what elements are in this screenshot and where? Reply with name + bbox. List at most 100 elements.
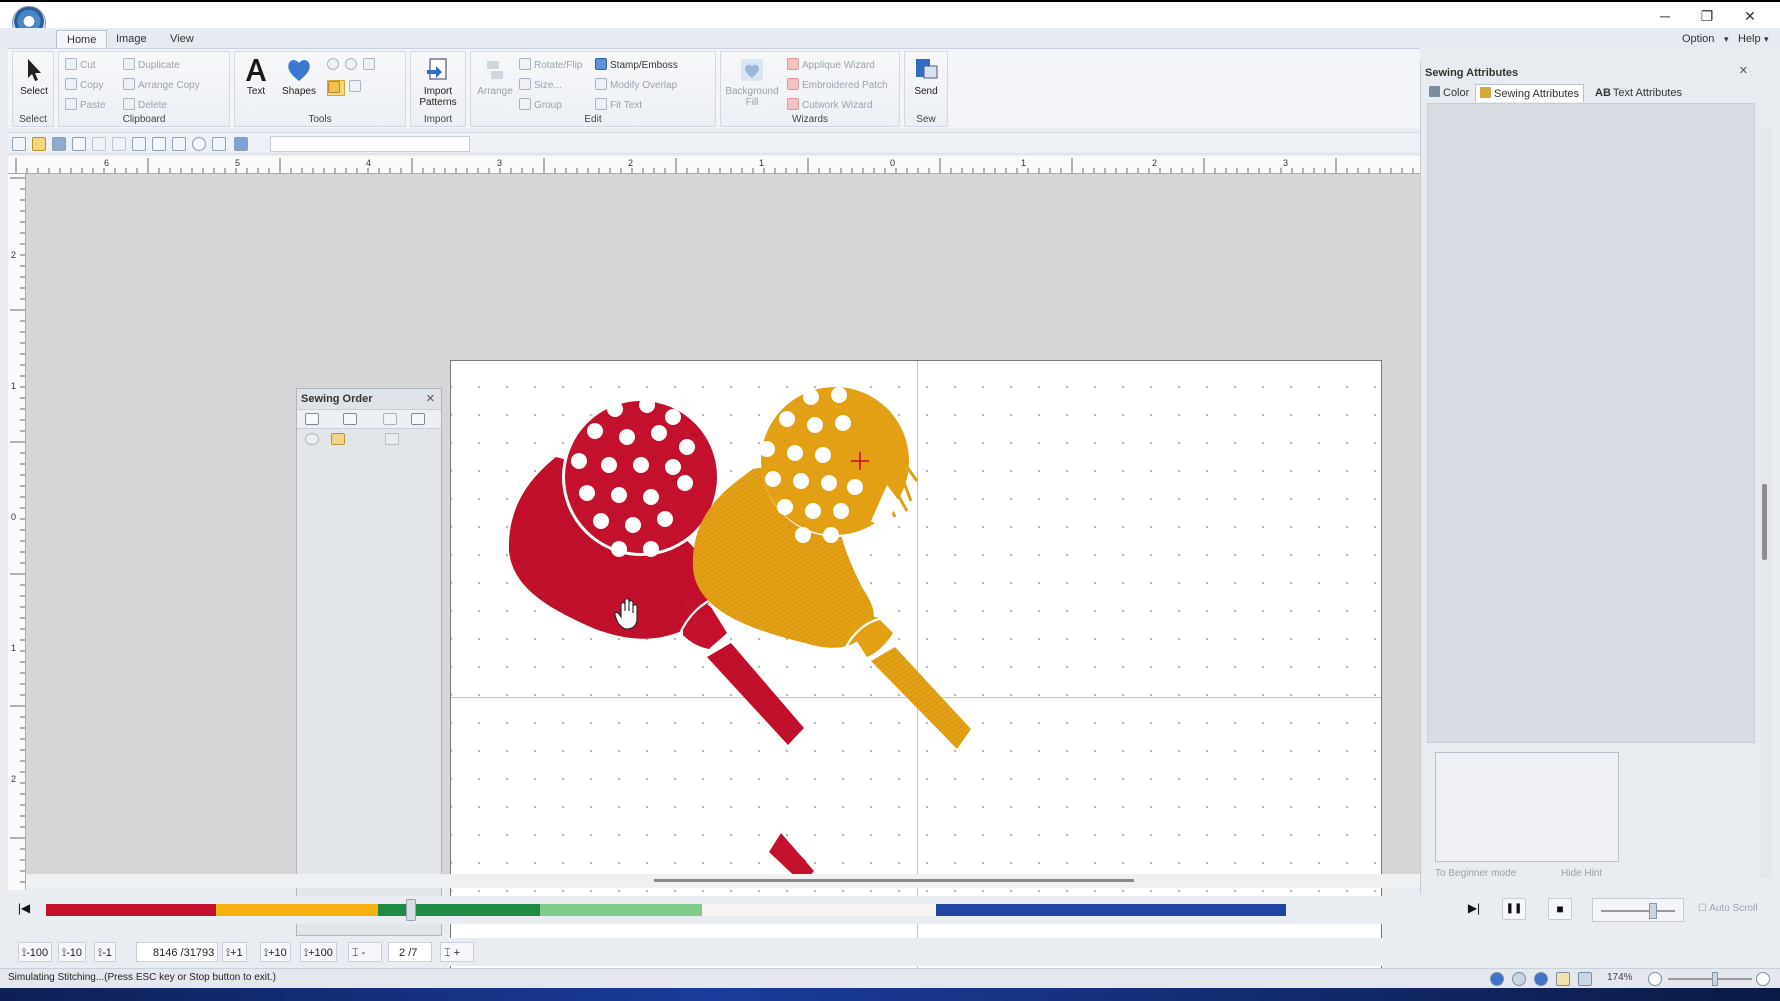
select-button[interactable]: Select xyxy=(17,56,51,97)
frame-icon[interactable] xyxy=(411,413,425,425)
import-patterns-button[interactable]: Import Patterns xyxy=(413,56,463,108)
pan-hand-button[interactable] xyxy=(327,80,345,96)
background-fill-button[interactable]: Background Fill xyxy=(723,56,781,108)
merge-icon[interactable] xyxy=(383,413,397,425)
lock-icon[interactable] xyxy=(331,433,345,445)
pause-button[interactable]: ❚❚ xyxy=(1502,898,1526,920)
vertical-scrollbar-thumb[interactable] xyxy=(1762,484,1767,560)
ruler-label: 4 xyxy=(366,158,371,168)
page-icon[interactable] xyxy=(152,137,166,151)
horizontal-scrollbar-thumb[interactable] xyxy=(654,879,1134,882)
step-forward-10-button[interactable]: ⟟+10 xyxy=(260,942,291,962)
copy-button[interactable]: Copy xyxy=(65,78,103,94)
save-icon[interactable] xyxy=(52,137,66,151)
design-workspace[interactable]: Sewing Order ✕ xyxy=(26,174,1420,1001)
delete-label: Delete xyxy=(138,100,167,111)
tab-color[interactable]: Color xyxy=(1425,84,1473,102)
rotate-flip-button[interactable]: Rotate/Flip xyxy=(519,58,582,74)
stitch-counter[interactable]: 8146 /31793 xyxy=(136,942,218,962)
redo-icon[interactable] xyxy=(112,137,126,151)
zoom-out-icon[interactable] xyxy=(1648,972,1662,986)
duplicate-button[interactable]: Duplicate xyxy=(123,58,180,74)
tab-home[interactable]: Home xyxy=(56,30,108,48)
size-button[interactable]: Size... xyxy=(519,78,562,94)
sewing-order-panel[interactable]: Sewing Order ✕ xyxy=(296,388,442,936)
zoom-icon[interactable] xyxy=(72,137,86,151)
vertical-scrollbar[interactable] xyxy=(1758,128,1772,878)
sim-view-icon[interactable] xyxy=(1490,972,1504,986)
auto-scroll-checkbox[interactable]: ☐ Auto Scroll xyxy=(1698,903,1758,914)
hide-hint-button[interactable]: Hide Hint xyxy=(1561,868,1602,879)
close-icon[interactable]: ✕ xyxy=(426,389,435,409)
eye-icon[interactable] xyxy=(305,433,319,445)
zoom-fit-button[interactable] xyxy=(363,58,378,74)
embroidered-patch-button[interactable]: Embroidered Patch xyxy=(787,78,888,94)
first-stitch-button[interactable]: |◀ xyxy=(12,898,36,920)
horizontal-scrollbar[interactable] xyxy=(26,874,1420,888)
group-wizards-label: Wizards xyxy=(791,114,829,125)
step-back-10-button[interactable]: ⟟-10 xyxy=(58,942,86,962)
realistic-view-icon[interactable] xyxy=(1512,972,1526,986)
tool-icon[interactable] xyxy=(212,137,226,151)
step-back-100-button[interactable]: ⟟-100 xyxy=(18,942,53,962)
group-objects-button[interactable]: Group xyxy=(519,98,562,114)
modify-overlap-button[interactable]: Modify Overlap xyxy=(595,78,677,94)
next-color-button[interactable]: ⌶ + xyxy=(440,942,474,962)
new-file-icon[interactable] xyxy=(12,137,26,151)
layers-icon[interactable] xyxy=(172,137,186,151)
step-forward-1-button[interactable]: ⟟+1 xyxy=(222,942,247,962)
stop-button[interactable]: ■ xyxy=(1548,898,1572,920)
tab-text-attributes[interactable]: AB Text Attributes xyxy=(1591,84,1686,102)
undo-icon[interactable] xyxy=(92,137,106,151)
menu-help[interactable]: Help xyxy=(1738,30,1761,48)
view-mode-icon[interactable] xyxy=(305,413,319,425)
fit-text-button[interactable]: Fit Text xyxy=(595,98,642,114)
tab-view[interactable]: View xyxy=(160,30,204,48)
applique-wizard-button[interactable]: Applique Wizard xyxy=(787,58,875,74)
speed-slider[interactable] xyxy=(1592,898,1684,922)
zoom-slider-thumb[interactable] xyxy=(1712,972,1718,986)
zoom-in-button[interactable] xyxy=(327,58,342,74)
arrange-button[interactable]: Arrange xyxy=(475,56,515,97)
beginner-mode-button[interactable]: To Beginner mode xyxy=(1435,868,1516,879)
step-forward-100-button[interactable]: ⟟+100 xyxy=(300,942,337,962)
open-folder-icon[interactable] xyxy=(32,137,46,151)
page-view-icon[interactable] xyxy=(1578,972,1592,986)
grid-icon[interactable] xyxy=(1556,972,1570,986)
prev-color-button[interactable]: ⌶ - xyxy=(348,942,382,962)
copy-label: Copy xyxy=(80,80,104,91)
cut-button[interactable]: Cut xyxy=(65,58,96,74)
color-counter[interactable]: 2 /7 xyxy=(388,942,432,962)
cutwork-wizard-button[interactable]: Cutwork Wizard xyxy=(787,98,873,114)
delete-button[interactable]: Delete xyxy=(123,98,167,114)
tab-sewing-attributes[interactable]: Sewing Attributes xyxy=(1475,84,1584,102)
zoom-out-button[interactable] xyxy=(345,58,360,74)
thread-color-progress-bar[interactable] xyxy=(46,904,1452,916)
stitch-view-icon[interactable] xyxy=(1534,972,1548,986)
close-window-button[interactable]: ✕ xyxy=(1735,6,1765,26)
zoom-in-icon[interactable] xyxy=(1756,972,1770,986)
sort-icon[interactable] xyxy=(343,413,357,425)
last-stitch-button[interactable]: ▶| xyxy=(1462,898,1486,920)
step-back-1-button[interactable]: ⟟-1 xyxy=(94,942,116,962)
measure-button[interactable] xyxy=(349,80,364,96)
minimize-button[interactable]: ─ xyxy=(1650,6,1680,26)
arrange-copy-button[interactable]: Arrange Copy xyxy=(123,78,200,94)
progress-slider-handle[interactable] xyxy=(406,899,416,921)
send-button[interactable]: Send xyxy=(907,56,945,97)
help-icon[interactable] xyxy=(192,137,206,151)
stamp-emboss-button[interactable]: Stamp/Emboss xyxy=(595,58,678,74)
settings-icon[interactable] xyxy=(234,137,248,151)
menu-option[interactable]: Option xyxy=(1682,30,1714,48)
speed-slider-thumb[interactable] xyxy=(1649,903,1657,919)
shapes-button[interactable]: Shapes xyxy=(279,56,319,97)
text-button[interactable]: Text xyxy=(239,56,273,97)
restore-button[interactable]: ❐ xyxy=(1692,6,1722,26)
view-icon[interactable] xyxy=(132,137,146,151)
paste-button[interactable]: Paste xyxy=(65,98,106,114)
quick-access-combo[interactable] xyxy=(270,136,470,152)
zoom-slider-track[interactable] xyxy=(1668,978,1752,980)
pointer-icon[interactable] xyxy=(385,433,399,445)
close-icon[interactable]: ✕ xyxy=(1739,64,1748,77)
tab-image[interactable]: Image xyxy=(106,30,157,48)
